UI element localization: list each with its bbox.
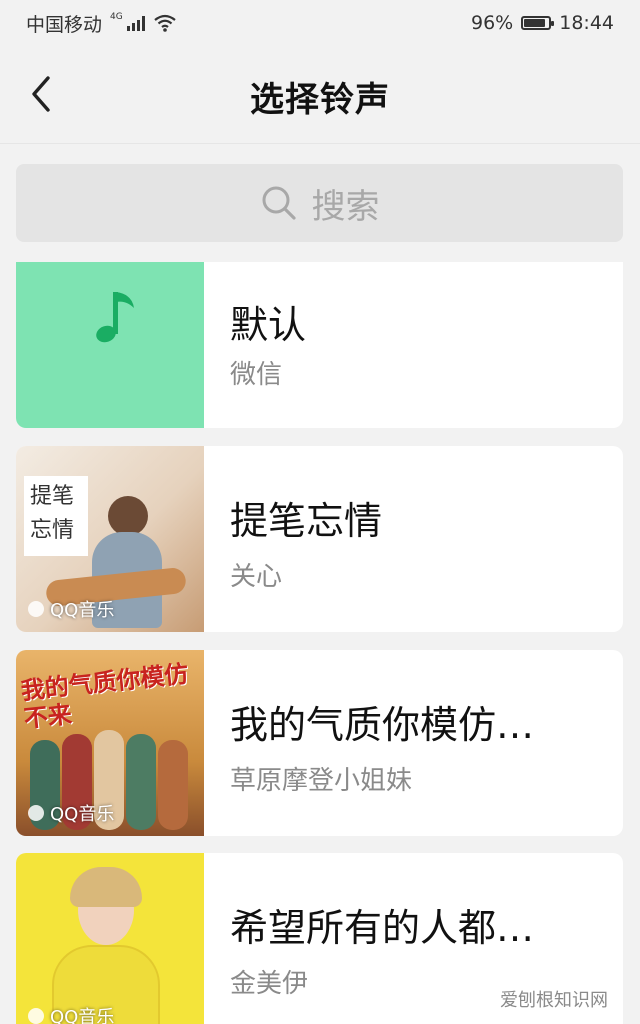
- album-cover: QQ音乐: [16, 853, 204, 1024]
- status-bar: 中国移动 4G 96% 18:44: [0, 0, 640, 46]
- song-title: 我的气质你模仿…: [230, 703, 535, 747]
- album-cover: 提笔忘情 QQ音乐: [16, 446, 204, 632]
- carrier-name: 中国移动: [26, 13, 103, 36]
- qq-music-badge: QQ音乐: [28, 1003, 114, 1024]
- music-note-icon: [96, 292, 134, 343]
- song-title: 提笔忘情: [230, 499, 383, 543]
- song-title: 默认: [230, 303, 307, 347]
- watermark: 爱刨根知识网: [494, 984, 614, 1014]
- page-title: 选择铃声: [250, 80, 390, 120]
- status-right: 96% 18:44: [471, 12, 614, 34]
- signal-icon: [126, 15, 145, 31]
- ringtone-item[interactable]: 我的气质你模仿不来 QQ音乐 我的气质你模仿… 草原摩登小姐妹: [16, 650, 623, 836]
- ringtone-item[interactable]: 提笔忘情 QQ音乐 提笔忘情 关心: [16, 446, 623, 632]
- clock: 18:44: [559, 12, 614, 34]
- album-cover: 我的气质你模仿不来 QQ音乐: [16, 650, 204, 836]
- wifi-icon: [154, 14, 176, 32]
- artist-name: 微信: [230, 360, 283, 390]
- artist-name: 金美伊: [230, 969, 309, 999]
- ringtone-item-default[interactable]: 默认 微信: [16, 262, 623, 428]
- status-left: 中国移动 4G: [26, 10, 177, 37]
- qq-music-icon: [28, 601, 44, 617]
- cover-title: 提笔忘情: [30, 484, 75, 543]
- network-type: 4G: [110, 12, 123, 22]
- nav-bar: 选择铃声: [0, 46, 640, 144]
- qq-music-badge: QQ音乐: [28, 596, 114, 622]
- ringtone-list[interactable]: 默认 微信 提笔忘情 QQ音乐 提笔忘情 关心 我的气质你模仿不来 QQ音乐 我…: [0, 262, 640, 1024]
- artist-name: 关心: [230, 562, 283, 592]
- qq-music-icon: [28, 805, 44, 821]
- qq-music-icon: [28, 1008, 44, 1024]
- qq-music-badge: QQ音乐: [28, 800, 114, 826]
- song-title: 希望所有的人都…: [230, 906, 535, 950]
- battery-percent: 96%: [471, 12, 514, 34]
- search-placeholder: 搜索: [311, 186, 380, 227]
- search-input[interactable]: 搜索: [16, 164, 623, 242]
- cover-title: 我的气质你模仿不来: [19, 659, 190, 734]
- battery-icon: [521, 16, 555, 30]
- artist-name: 草原摩登小姐妹: [230, 766, 413, 796]
- cover-default: [16, 262, 204, 428]
- search-icon: [262, 186, 296, 220]
